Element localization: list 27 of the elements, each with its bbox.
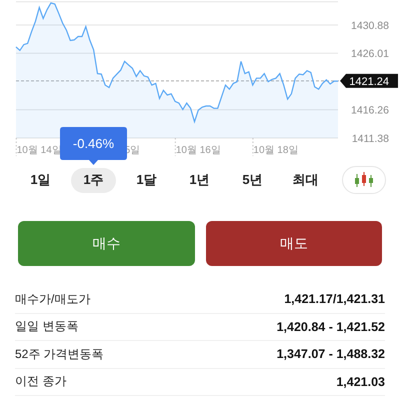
stat-value: 1,421.03	[336, 374, 385, 389]
change-tooltip: -0.46%	[60, 127, 127, 165]
stat-value: 1,421.17/1,421.31	[284, 292, 385, 306]
stat-label: 이전 종가	[15, 373, 66, 390]
period-tab[interactable]: 최대	[283, 168, 328, 192]
period-tab[interactable]: 1일	[18, 168, 63, 192]
stat-label: 52주 가격변동폭	[15, 346, 104, 363]
stat-value: 1,347.07 - 1,488.32	[276, 347, 385, 362]
candlestick-icon	[353, 172, 375, 188]
axis-label: 1426.01	[351, 48, 389, 60]
buy-button[interactable]: 매수	[18, 221, 194, 266]
sell-button[interactable]: 매도	[206, 221, 382, 266]
price-tag: 1421.24	[340, 74, 398, 88]
axis-label: 10월 16일	[176, 145, 221, 156]
period-tab[interactable]: 1년	[177, 168, 222, 192]
stat-label: 매수가/매도가	[15, 290, 90, 308]
axis-label: 1411.38	[352, 133, 389, 145]
y-tick-label: 1421.24	[349, 76, 389, 88]
axis-label: 1430.88	[351, 20, 389, 32]
period-tab[interactable]: 1주	[71, 168, 116, 192]
stat-value: 1,420.84 - 1,421.52	[276, 320, 385, 334]
chart-type-button[interactable]	[342, 166, 386, 194]
axis-label: 1416.26	[351, 104, 389, 117]
axis-label: 10월 18일	[253, 145, 298, 156]
stat-label: 일일 변동폭	[15, 318, 78, 336]
period-tab[interactable]: 5년	[230, 168, 275, 192]
period-tab[interactable]: 1달	[124, 168, 169, 192]
